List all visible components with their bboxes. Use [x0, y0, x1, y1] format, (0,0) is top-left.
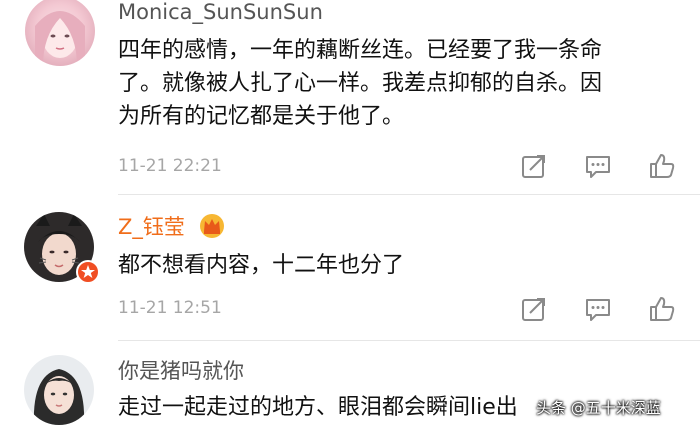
avatar[interactable] [25, 0, 95, 66]
like-icon[interactable] [648, 295, 676, 323]
comment-item: Monica_SunSunSun 四年的感情，一年的藕断丝连。已经要了我一条命 … [0, 0, 700, 195]
comment-text-line: 走过一起走过的地方、眼泪都会瞬间lie出 [118, 395, 518, 420]
comment-text-line: 为所有的记忆都是关于他了。 [118, 104, 405, 129]
comment-item: Z_钰莹 都不想看内容，十二年也分了 11-21 12:51 [0, 195, 700, 345]
username[interactable]: Z_钰莹 [118, 215, 185, 239]
comment-time: 11-21 12:51 [118, 298, 222, 318]
comment-text-line: 四年的感情，一年的藕断丝连。已经要了我一条命 [118, 38, 603, 63]
comment-icon[interactable] [584, 152, 612, 180]
share-icon[interactable] [520, 152, 548, 180]
comment-time: 11-21 22:21 [118, 156, 222, 176]
like-icon[interactable] [648, 152, 676, 180]
share-icon[interactable] [520, 295, 548, 323]
avatar-girl-dark-hair-icon [33, 369, 85, 425]
avatar[interactable] [24, 355, 94, 425]
watermark: 头条 @五十米深蓝 [536, 399, 661, 417]
username[interactable]: Monica_SunSunSun [118, 0, 323, 24]
username[interactable]: 你是猪吗就你 [118, 359, 244, 383]
avatar-girl-pink-icon [35, 11, 85, 66]
verified-badge-icon [76, 260, 100, 284]
comment-text-line: 了。就像被人扎了心一样。我差点抑郁的自杀。因 [118, 71, 603, 96]
crown-icon [200, 214, 224, 238]
divider [118, 340, 700, 341]
comment-text-line: 都不想看内容，十二年也分了 [118, 253, 405, 278]
comment-icon[interactable] [584, 295, 612, 323]
